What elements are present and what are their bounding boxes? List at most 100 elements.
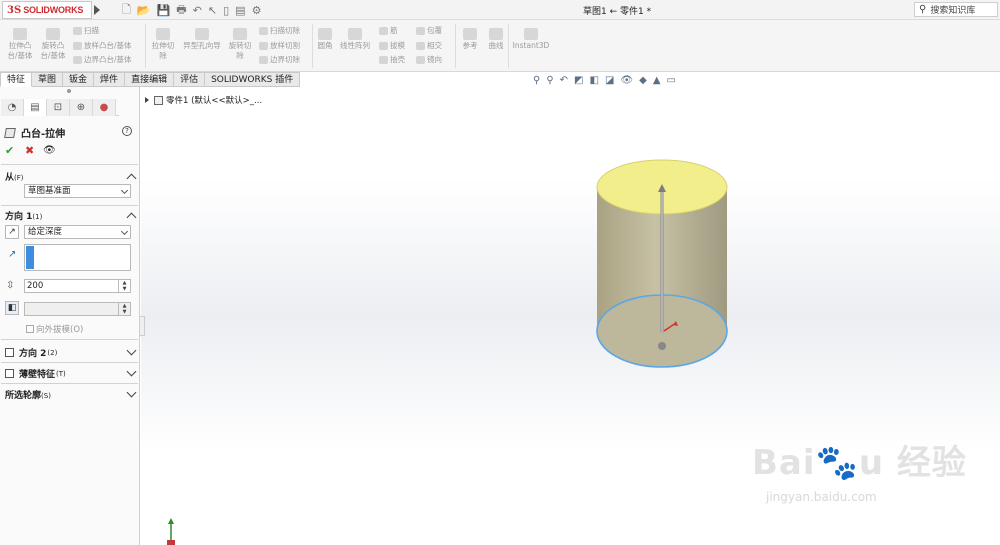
view-settings-icon[interactable]: ▭ [667,75,676,86]
loft-button[interactable]: 放样凸台/基体 [73,41,132,51]
spin-down-icon[interactable]: ▼ [119,286,130,292]
select-icon[interactable]: ↖ [208,4,217,17]
boundary-cut-icon [259,56,268,64]
pivot-handle-icon[interactable] [658,342,666,350]
direction1-section-header[interactable]: 方向 1(1) [5,209,42,222]
revolve-cut-label-1: 旋转切 [228,41,252,50]
menu-expand-icon[interactable] [94,5,100,15]
options-gear-icon[interactable]: ⚙ [252,4,262,17]
zoom-to-fit-icon[interactable]: ⚲ [533,75,540,86]
undo-icon[interactable]: ↶ [193,4,202,17]
tab-sketch[interactable]: 草图 [32,72,64,87]
swept-cut-button[interactable]: 扫描切除 [259,26,300,36]
draft-button[interactable]: 拔模 [379,41,405,51]
direction2-checkbox[interactable] [5,348,14,357]
apply-scene-icon[interactable]: ▲ [653,75,661,86]
panel-collapse-handle[interactable] [140,316,145,336]
checkbox-box [26,325,34,333]
linear-pattern-button[interactable]: 线性阵列 [337,28,373,51]
view-orientation-icon[interactable]: ◧ [590,75,599,86]
expand-chevron-icon[interactable] [126,387,137,398]
edit-appearance-icon[interactable]: ◆ [639,75,647,86]
rebuild-icon[interactable]: ▯ [223,4,229,17]
from-section-header[interactable]: 从(F) [5,170,24,183]
boundary-boss-button[interactable]: 边界凸台/基体 [73,55,132,65]
draft-on-off-button[interactable]: ◧ [5,301,19,315]
tab-evaluate[interactable]: 评估 [174,72,206,87]
selected-contours-section-header[interactable]: 所选轮廓(S) [5,388,51,401]
tab-weldments[interactable]: 焊件 [94,72,126,87]
curves-button[interactable]: 曲线 [485,28,507,51]
expand-chevron-icon[interactable] [126,366,137,377]
file-properties-icon[interactable]: ▤ [235,4,245,17]
detailed-preview-eye-icon[interactable]: 👁 [43,145,56,156]
extrude-boss-button[interactable]: 拉伸凸 台/基体 [6,28,34,61]
dropdown-arrow-icon [120,227,129,236]
previous-view-icon[interactable]: ↶ [560,75,568,86]
thin-feature-section-header[interactable]: 薄壁特征 (T) [5,367,66,380]
solidworks-logo[interactable]: 3S SOLIDWORKS [2,1,92,19]
from-start-condition-select[interactable]: 草图基准面 [24,184,131,198]
extrude-cut-button[interactable]: 拉伸切 除 [148,28,178,61]
panel-grip[interactable] [67,89,71,93]
section-divider [1,205,138,206]
tab-solidworks-addins[interactable]: SOLIDWORKS 插件 [205,72,301,87]
direction-selection-box[interactable] [24,244,131,271]
dropdown-arrow-icon [120,186,129,195]
help-icon[interactable]: ? [122,126,132,136]
instant3d-button[interactable]: Instant3D [511,28,551,51]
collapse-chevron-icon[interactable] [126,212,137,223]
lofted-cut-button[interactable]: 放样切割 [259,41,300,51]
depth-spinner[interactable]: ▲ ▼ [118,280,130,292]
collapse-chevron-icon[interactable] [126,173,137,184]
fillet-button[interactable]: 圆角 [315,28,335,51]
display-style-icon[interactable]: ◪ [605,75,614,86]
feature-tree-flyout[interactable]: 零件1 (默认<<默认>_... [145,94,262,106]
tab-sheet-metal[interactable]: 钣金 [63,72,95,87]
print-icon[interactable]: 🖶 [176,1,186,20]
mirror-button[interactable]: 镜向 [416,55,442,65]
open-icon[interactable]: 📂 [137,4,151,17]
mirror-label: 镜向 [427,55,442,64]
display-manager-tab[interactable]: ● [93,99,116,116]
tab-features[interactable]: 特征 [0,72,33,87]
depth-input[interactable]: 200 ▲ ▼ [24,279,131,293]
ok-button[interactable]: ✔ [5,144,14,157]
ribbon-divider [312,24,313,68]
extrude-preview-cylinder[interactable] [580,150,750,380]
sweep-button[interactable]: 扫描 [73,26,99,36]
cancel-button[interactable]: ✖ [25,144,34,157]
thin-feature-checkbox[interactable] [5,369,14,378]
ribbon-divider [145,24,146,68]
configuration-manager-tab[interactable]: ⊡ [47,99,70,116]
hole-wizard-button[interactable]: 异型孔向导 [180,28,224,51]
expand-chevron-icon[interactable] [126,345,137,356]
new-document-icon[interactable]: 🗋 [122,1,131,20]
instant3d-label: Instant3D [512,41,550,50]
reverse-direction-button[interactable]: ↗ [5,225,19,239]
knowledge-search-input[interactable]: ⚲ 搜索知识库 [914,2,998,17]
shell-button[interactable]: 抽壳 [379,55,405,65]
dimxpert-tab[interactable]: ⊕ [70,99,93,116]
reference-geometry-button[interactable]: 参考 [459,28,481,51]
expand-arrow-icon[interactable] [145,97,149,103]
zoom-area-icon[interactable]: ⚲ [546,75,553,86]
rib-button[interactable]: 筋 [379,26,398,36]
intersect-button[interactable]: 相交 [416,41,442,51]
revolve-boss-button[interactable]: 旋转凸 台/基体 [38,28,68,61]
direction2-section-header[interactable]: 方向 2 (2) [5,346,57,359]
loft-label: 放样凸台/基体 [84,41,132,50]
boundary-cut-button[interactable]: 边界切除 [259,55,300,65]
hide-show-items-icon[interactable]: 👁 [620,75,633,86]
section-view-icon[interactable]: ◩ [574,75,583,86]
intersect-label: 相交 [427,41,442,50]
save-icon[interactable]: 💾 [157,4,171,17]
wrap-button[interactable]: 包覆 [416,26,442,36]
tab-direct-editing[interactable]: 直接编辑 [125,72,175,87]
end-condition-select[interactable]: 给定深度 [24,225,131,239]
instant3d-icon [524,28,538,40]
feature-manager-tab[interactable]: ◔ [1,99,24,116]
heads-up-view-toolbar: ⚲ ⚲ ↶ ◩ ◧ ◪ 👁 ◆ ▲ ▭ [533,74,682,87]
property-manager-tab[interactable]: ▤ [24,99,47,116]
revolve-cut-button[interactable]: 旋转切 除 [226,28,254,61]
